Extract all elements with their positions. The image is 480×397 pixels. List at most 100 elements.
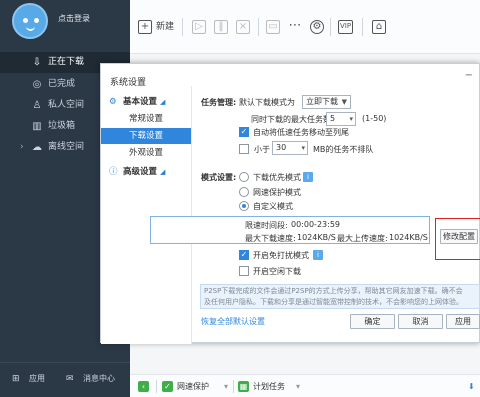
less-than-label: 小于 (254, 145, 270, 154)
download-priority-radio[interactable] (239, 172, 249, 182)
chevron-right-icon[interactable]: › (20, 137, 24, 158)
info-badge-icon[interactable]: i (313, 250, 323, 260)
max-upload-speed-label: 最大上传速度: (337, 234, 388, 243)
apply-button[interactable]: 应用 (446, 314, 480, 329)
scheduled-tasks-status[interactable]: ▦ 计划任务 (238, 380, 285, 393)
avatar-mouth (26, 26, 35, 31)
cancel-button[interactable]: 取消 (398, 314, 443, 329)
size-threshold-value: 30 (276, 143, 287, 152)
login-link[interactable]: 点击登录 (58, 13, 90, 24)
tree-basic-label: 基本设置 (123, 97, 158, 107)
default-mode-select[interactable]: 立即下载 ▼ (302, 95, 351, 109)
speed-protect-status-label: 网速保护 (177, 382, 209, 391)
spinner-icon[interactable]: ▾ (349, 113, 353, 125)
avatar-eye-right (34, 18, 39, 23)
default-mode-value: 立即下载 (306, 97, 338, 106)
idle-download-checkbox[interactable] (239, 266, 249, 276)
notice-line-2: 及任何用户隐私。下载和分享是通过智能宽带控制的技术，不会影响您的上网体验。 (204, 298, 463, 306)
size-threshold-stepper[interactable]: 30 ▾ (272, 141, 308, 155)
vip-button[interactable]: VIP (338, 18, 357, 36)
max-tasks-value: 5 (330, 114, 336, 123)
folder-icon: ▭ (266, 19, 280, 34)
cloud-icon: ☁ (32, 142, 42, 153)
tree-download-settings[interactable]: 下载设置 (101, 128, 191, 144)
speed-protect-status[interactable]: ✓ 网速保护 (162, 380, 209, 393)
avatar[interactable] (12, 3, 48, 39)
speed-protect-label: 网速保护模式 (253, 188, 301, 197)
max-tasks-label: 同时下载的最大任务数 (251, 115, 331, 124)
max-tasks-stepper[interactable]: 5 ▾ (326, 112, 356, 126)
delete-button[interactable]: × (236, 18, 254, 36)
small-task-checkbox[interactable] (239, 144, 249, 154)
auto-move-checkbox[interactable]: ✓ (239, 127, 249, 137)
new-task-label: 新建 (156, 22, 175, 32)
delete-icon: × (236, 19, 250, 34)
message-icon: ✉ (66, 374, 74, 384)
calendar-icon: ▦ (238, 381, 249, 392)
toolbar-divider (330, 18, 331, 36)
pause-icon: ‖ (214, 19, 228, 34)
gear-icon: ⚙ (310, 19, 324, 34)
ok-button[interactable]: 确定 (350, 314, 395, 329)
p2sp-notice: P2SP下载完成的文件会通过P2SP的方式上传分享，帮助其它网友加速下载。确不会… (200, 284, 480, 309)
settings-button[interactable]: ⚙ (310, 18, 328, 36)
idle-download-label: 开启空闲下载 (253, 267, 301, 276)
status-divider (156, 380, 157, 393)
anti-disturb-label: 开启免打扰模式 (253, 251, 309, 260)
max-tasks-range: (1-50) (362, 114, 387, 123)
sidebar-item-label: 垃圾箱 (48, 121, 76, 131)
task-management-title: 任务管理: (201, 98, 237, 107)
apps-label: 应用 (29, 374, 45, 383)
custom-mode-radio[interactable] (239, 201, 249, 211)
download-icon: ⇩ (32, 57, 42, 68)
play-icon: ▷ (192, 19, 206, 34)
dropdown-toggle[interactable]: ▾ (224, 380, 228, 393)
settings-tree: ⚙ 基本设置 ◢ 常规设置 下载设置 外观设置 ⓘ 高级设置 ◢ (101, 86, 191, 344)
anti-disturb-checkbox[interactable]: ✓ (239, 250, 249, 260)
leaf-icon: ‹ (138, 381, 149, 392)
apps-button[interactable]: ⊞ 应用 (12, 373, 45, 384)
info-icon: ⓘ (109, 167, 118, 177)
person-icon: ♙ (32, 100, 42, 111)
check-circle-icon: ◎ (32, 79, 42, 90)
sidebar-item-label: 离线空间 (48, 142, 85, 152)
sidebar-item-label: 私人空间 (48, 100, 85, 110)
tree-advanced-settings[interactable]: ⓘ 高级设置 ◢ (109, 164, 165, 180)
info-badge-icon[interactable]: i (303, 172, 313, 182)
toolbar: + 新建 ▷ ‖ × ▭ ⋯ ⚙ VIP ⌂ (130, 0, 480, 54)
open-folder-button[interactable]: ▭ (266, 18, 284, 36)
download-arrow-icon: ⬇ (468, 382, 475, 391)
triangle-down-icon: ◢ (160, 168, 166, 176)
max-download-speed-label: 最大下载速度: (245, 234, 296, 243)
tree-general-settings[interactable]: 常规设置 (101, 111, 191, 127)
tree-basic-settings[interactable]: ⚙ 基本设置 ◢ (109, 94, 165, 110)
shirt-icon: ⌂ (372, 19, 386, 34)
mode-settings-title: 模式设置: (201, 173, 237, 182)
status-green-icon-button[interactable]: ‹ (138, 380, 153, 393)
triangle-down-icon: ◢ (160, 98, 166, 106)
dropdown-toggle[interactable]: ▾ (296, 380, 300, 393)
more-button[interactable]: ⋯ (288, 18, 306, 36)
skin-button[interactable]: ⌂ (372, 18, 390, 36)
restore-defaults-link[interactable]: 恢复全部默认设置 (201, 316, 265, 327)
message-center-label: 消息中心 (83, 374, 115, 383)
custom-mode-label: 自定义模式 (253, 202, 293, 211)
new-task-button[interactable]: + 新建 (138, 18, 174, 36)
gear-icon: ⚙ (109, 97, 117, 107)
new-icon: + (138, 19, 152, 34)
spinner-icon[interactable]: ▾ (301, 142, 305, 154)
sidebar-item-label: 已完成 (48, 79, 76, 89)
message-center-button[interactable]: ✉ 消息中心 (66, 373, 115, 384)
pause-button[interactable]: ‖ (214, 18, 232, 36)
speed-protect-radio[interactable] (239, 187, 249, 197)
speed-period-value: 00:00-23:59 (291, 220, 340, 229)
tree-appearance-settings[interactable]: 外观设置 (101, 145, 191, 161)
close-icon[interactable]: − (465, 70, 473, 81)
toolbar-divider (258, 18, 259, 36)
speed-period-label: 限速时间段: (245, 221, 288, 230)
chevron-down-icon: ▼ (341, 98, 347, 106)
auto-move-label: 自动将低速任务移动至列尾 (253, 128, 349, 137)
modify-config-button[interactable]: 修改配置 (440, 229, 478, 244)
start-button[interactable]: ▷ (192, 18, 210, 36)
max-download-speed-value: 1024KB/S (297, 233, 336, 242)
